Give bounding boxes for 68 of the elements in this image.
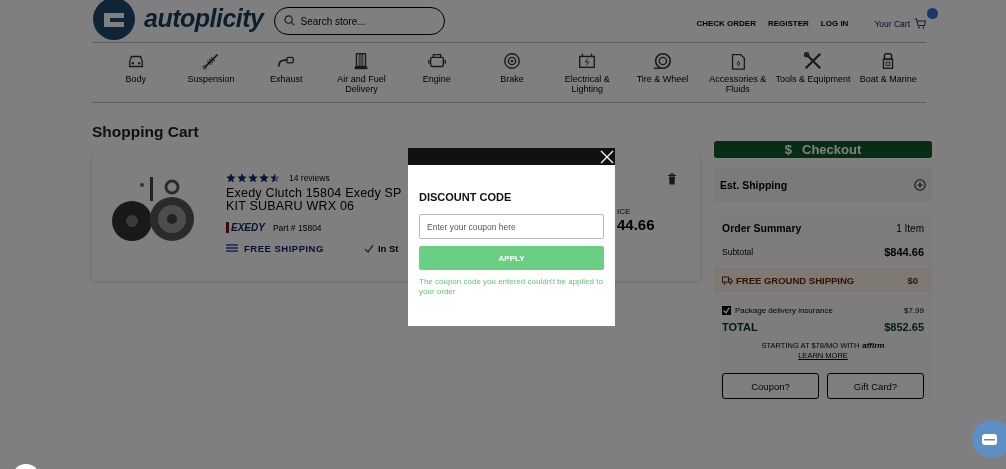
category-link[interactable]: Tire & Wheel <box>624 43 701 102</box>
trash-icon <box>667 173 677 185</box>
category-link[interactable]: Suspension <box>173 43 249 102</box>
cart-link[interactable]: Your Cart <box>874 18 910 29</box>
subtotal-label: Subtotal <box>722 247 754 257</box>
plus-circle-icon <box>914 179 926 191</box>
total-label: TOTAL <box>722 321 758 333</box>
category-link[interactable]: Electrical & Lighting <box>549 43 625 102</box>
shipping-estimate-row[interactable]: Est. Shipping <box>714 168 932 202</box>
brand-logo: EXEDY <box>226 222 265 233</box>
part-number: Part # 15804 <box>272 222 322 233</box>
logo-text[interactable]: autoplicity <box>144 4 264 33</box>
category-link[interactable]: Boat & Marine <box>850 43 926 102</box>
order-summary-title: Order Summary <box>722 222 802 234</box>
page-title: Shopping Cart <box>92 123 200 141</box>
price-label: ICE <box>617 207 632 216</box>
logo-icon <box>92 0 136 41</box>
free-shipping-label: FREE GROUND SHIPPING <box>736 274 855 286</box>
chat-icon <box>982 433 997 445</box>
checkout-button[interactable]: $ Checkout <box>714 141 932 158</box>
shock-absorber-icon <box>200 51 221 71</box>
search-icon <box>283 15 295 26</box>
total-value: $852.65 <box>884 321 924 333</box>
chat-button[interactable] <box>972 420 1006 458</box>
category-link[interactable]: Exhaust <box>248 43 324 102</box>
insurance-checkbox[interactable] <box>722 306 731 315</box>
category-link[interactable]: Tools & Equipment <box>775 43 851 102</box>
review-count[interactable]: 14 reviews <box>289 173 330 183</box>
tire-icon <box>652 51 673 71</box>
check-icon <box>723 307 730 314</box>
summary-button[interactable]: Coupon? <box>722 373 819 399</box>
star-icon <box>226 173 236 183</box>
category-link[interactable]: Brake <box>474 43 550 102</box>
search-field[interactable]: Search store... <box>273 7 445 35</box>
category-link[interactable]: Body <box>98 43 174 102</box>
cart-badge <box>927 8 938 19</box>
category-link[interactable]: Air and Fuel Delivery <box>323 43 400 102</box>
header-link[interactable]: LOG IN <box>820 19 849 28</box>
star-icon <box>270 173 280 183</box>
free-shipping-label: FREE SHIPPING <box>244 243 324 254</box>
shipping-cost: $0 <box>907 274 918 286</box>
affirm-logo: affirm <box>862 341 885 351</box>
star-icon <box>259 173 269 183</box>
subtotal-value: $844.66 <box>884 246 924 258</box>
est-shipping-label: Est. Shipping <box>720 179 788 191</box>
summary-button[interactable]: Gift Card? <box>827 373 924 399</box>
item-price: 44.66 <box>617 216 655 233</box>
coupon-input[interactable]: Enter your coupon here <box>419 214 604 239</box>
cart-icon <box>914 18 926 29</box>
category-link[interactable]: Accessories & Fluids <box>700 43 776 102</box>
check-icon <box>363 244 374 253</box>
product-title[interactable]: Exedy Clutch 15804 Exedy SP KIT SUBARU WRX 06 <box>226 187 402 213</box>
dialog-title: DISCOUNT CODE <box>419 191 513 203</box>
star-icon <box>237 173 247 183</box>
insurance-price: $7.99 <box>903 306 924 315</box>
insurance-label: Package delivery insurance <box>735 306 833 315</box>
wrench-screwdriver-icon <box>803 51 823 71</box>
close-icon <box>600 149 614 164</box>
star-icon <box>248 173 258 183</box>
stock-status: In St <box>377 243 399 254</box>
category-link[interactable]: Engine <box>399 43 475 102</box>
header-link[interactable]: CHECK ORDER <box>696 19 756 28</box>
close-button[interactable] <box>599 149 615 164</box>
battery-icon <box>577 51 598 71</box>
item-count: 1 Item <box>896 222 924 234</box>
brake-disc-icon <box>501 51 522 71</box>
header-link[interactable]: REGISTER <box>767 19 809 28</box>
error-message: The coupon code you entered couldn't be applied to your order <box>419 277 604 297</box>
